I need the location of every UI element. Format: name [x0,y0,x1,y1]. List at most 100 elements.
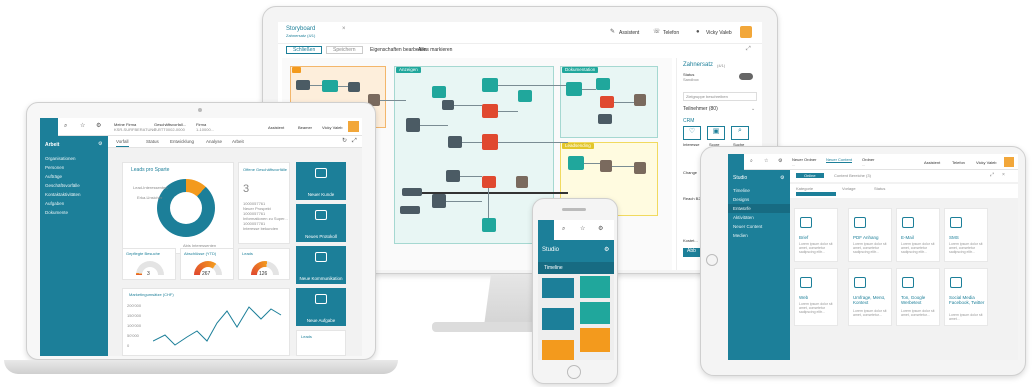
assistant-link[interactable]: Assistent [619,30,639,36]
user-name[interactable]: Vicky Valeb [706,30,732,36]
flow-node[interactable] [600,160,612,172]
field-label[interactable]: Status [874,186,885,191]
field-label[interactable]: Kategorie [796,186,813,191]
flow-node[interactable] [482,104,498,118]
content-card[interactable]: Ton, Google Werbetext Lorem ipsum dolor s… [896,268,940,326]
flow-node[interactable] [482,176,496,188]
flow-node[interactable] [406,118,420,132]
content-card[interactable]: PDF Anhang Lorem ipsum dolor sit amet, co… [848,208,892,262]
flow-node[interactable] [348,82,360,92]
star-icon[interactable]: ☆ [80,123,85,130]
flow-node[interactable] [400,206,420,214]
sidebar-item-personen[interactable]: Personen [40,163,108,172]
field-input[interactable] [796,192,836,196]
sidebar-item-designs[interactable]: Designs [728,195,790,204]
tab-arbeit[interactable]: Arbeit [232,138,244,146]
new-communication-tile[interactable]: Neue Kommunikation [296,246,346,284]
content-card[interactable]: Web Lorem ipsum dolor sit amet, consetetu… [794,268,838,326]
close-icon[interactable]: × [1002,172,1005,178]
select-all-button[interactable]: Alles markieren [418,47,452,53]
timeline-card[interactable] [542,340,574,360]
tab-status[interactable]: Status [146,138,159,146]
sidebar-item-neuer-content[interactable]: Neuer Content [728,222,790,231]
flow-node[interactable] [446,170,460,182]
new-protocol-tile[interactable]: Neues Protokoll [296,204,346,242]
save-button[interactable]: Speichern [326,46,363,54]
description-input[interactable]: Zielgruppe beschreiben [683,92,757,101]
sidebar-item-aufgaben[interactable]: Aufgaben [40,199,108,208]
sidebar-item-geschaeftsvorfaelle[interactable]: Geschäftsvorfälle [40,181,108,190]
app-logo-icon[interactable] [728,154,744,170]
gear-icon[interactable]: ⚙ [98,141,102,147]
timeline-card[interactable] [542,308,574,330]
content-card[interactable]: SMS Lorem ipsum dolor sit amet, consetetu… [944,208,988,262]
gear-icon[interactable]: ⚙ [780,175,784,181]
avatar[interactable] [740,26,752,38]
field-label[interactable]: Vorlage [842,186,856,191]
score-icon[interactable]: ▣ [707,126,725,140]
phone-icon[interactable]: ☏ [653,29,661,36]
tab-vorfall[interactable]: Vorfall [116,138,129,147]
content-card[interactable]: Umfrage, Menü, Kontext Lorem ipsum dolor … [848,268,892,326]
flow-node[interactable] [518,90,532,102]
close-button[interactable]: Schließen [286,46,323,54]
search-icon[interactable]: ⌕ [64,123,67,130]
flow-node[interactable] [568,156,584,170]
star-icon[interactable]: ☆ [580,226,585,233]
flow-node[interactable] [296,80,310,90]
search-icon[interactable]: ⌕ [750,158,753,164]
flow-node[interactable] [482,78,498,92]
sidebar-item-entwuerfe[interactable]: Entwürfe [728,204,790,213]
content-card[interactable]: Social Media Facebook, Twitter Lorem ipsu… [944,268,988,326]
flow-node[interactable] [322,80,338,92]
sidebar-item-organisationen[interactable]: Organisationen [40,154,108,163]
flow-node[interactable] [566,82,582,96]
new-task-tile[interactable]: Neue Aufgabe [296,288,346,326]
flow-node[interactable] [432,86,446,98]
flow-node[interactable] [634,162,646,174]
flow-node[interactable] [600,96,614,108]
assistant-icon[interactable]: ✎ [610,29,615,36]
tab-entwicklung[interactable]: Entwicklung [170,138,194,146]
gear-icon[interactable]: ⚙ [604,247,609,254]
sidebar-item-dokumente[interactable]: Dokumente [40,208,108,217]
user-icon[interactable]: ● [696,29,700,36]
search-icon[interactable]: ⌕ [562,226,565,233]
tablet-home-button[interactable] [706,254,718,266]
expand-icon[interactable]: ⤢ [990,172,994,178]
flow-node[interactable] [634,94,646,106]
content-card[interactable]: Brief Lorem ipsum dolor sit amet, consete… [794,208,838,262]
participants-header[interactable]: Teilnehmer (80) [683,106,718,112]
user-name[interactable]: Vicky Valeb [976,160,997,165]
flow-node[interactable] [598,114,612,124]
status-toggle[interactable] [739,73,753,80]
timeline-card[interactable] [580,328,610,352]
sidebar-item-auftraege[interactable]: Aufträge [40,172,108,181]
folder-name[interactable]: Neuer Ordner [792,157,816,162]
case-title[interactable]: Interesse bekunden [243,226,289,231]
assistant-link[interactable]: Assistent [924,160,940,165]
refresh-icon[interactable]: ↻ [342,138,347,145]
flow-node[interactable] [596,78,610,90]
content-tab[interactable]: Neuer Content [826,157,853,163]
expand-icon[interactable]: ⤢ [352,138,357,145]
sidebar-item-aktivitaeten[interactable]: Aktivitäten [728,213,790,222]
phone-home-button[interactable] [567,365,581,379]
app-logo-icon[interactable] [538,220,554,240]
flow-node[interactable] [432,194,446,208]
gear-icon[interactable]: ⚙ [778,158,782,164]
sidebar-item-timeline[interactable]: Timeline [728,186,790,195]
sidebar-item-medien[interactable]: Medien [728,231,790,240]
flow-node[interactable] [442,100,454,110]
timeline-card[interactable] [580,302,610,324]
timeline-link[interactable]: Timeline [544,265,563,271]
content-card[interactable]: E-Mail Lorem ipsum dolor sit amet, conset… [896,208,940,262]
search-icon[interactable]: ⌕ [731,126,749,140]
heart-icon[interactable]: ♡ [683,126,701,140]
flow-node[interactable] [448,136,462,148]
avatar[interactable] [348,121,359,132]
flow-node[interactable] [516,176,528,188]
user-name[interactable]: Vicky Valeb [322,125,343,130]
chevron-down-icon[interactable]: ⌄ [751,106,755,112]
tab-content-areas[interactable]: Content Bereiche (3) [834,173,871,178]
